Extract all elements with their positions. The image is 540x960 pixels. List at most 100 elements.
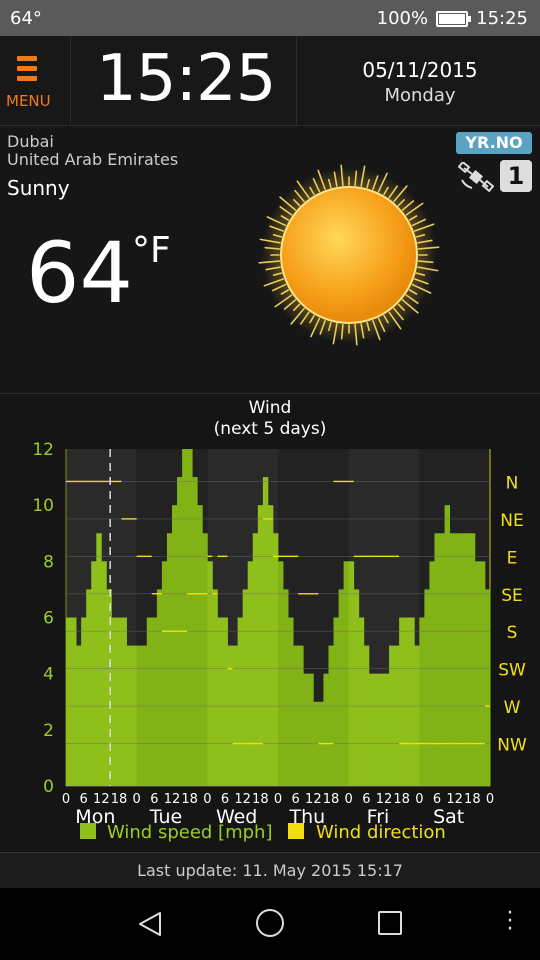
x-tick-label: 18 — [393, 792, 410, 807]
x-tick-label: 0 — [62, 792, 70, 807]
wind-speed-bar — [106, 589, 112, 786]
direction-tick-label: SE — [501, 586, 523, 606]
home-icon[interactable] — [256, 909, 284, 937]
last-update-text: Last update: 11. May 2015 15:17 — [0, 852, 540, 888]
wind-speed-bar — [272, 533, 279, 786]
wind-speed-bar — [449, 533, 456, 786]
wind-speed-bar — [328, 645, 334, 786]
wind-speed-bar — [439, 533, 445, 786]
wind-speed-bar — [414, 645, 420, 786]
wind-speed-bar — [242, 589, 249, 786]
x-tick-label: 18 — [323, 792, 340, 807]
menu-icon — [17, 56, 37, 86]
wind-speed-bar — [81, 617, 87, 786]
weekday-label[interactable]: Monday — [300, 85, 540, 106]
x-tick-label: 0 — [415, 792, 423, 807]
current-weather-panel[interactable]: Dubai United Arab Emirates Sunny 64 °F Y… — [0, 126, 540, 394]
wind-speed-bar — [358, 617, 365, 786]
direction-tick-label: SW — [498, 661, 526, 681]
source-badge[interactable]: 1 — [500, 160, 532, 192]
wind-speed-bar — [227, 645, 233, 786]
wind-speed-bar — [192, 477, 198, 786]
direction-tick-label: W — [504, 698, 521, 718]
wind-speed-bar — [469, 533, 476, 786]
wind-speed-bar — [293, 645, 299, 786]
wind-speed-bar — [303, 673, 309, 786]
wind-speed-bar — [419, 617, 425, 786]
legend-label-direction: Wind direction — [316, 822, 446, 843]
wind-speed-bar — [338, 589, 345, 786]
x-tick-label: 6 — [150, 792, 158, 807]
wind-speed-bar — [166, 533, 173, 786]
wind-speed-bar — [252, 533, 259, 786]
legend-swatch-speed — [80, 823, 96, 839]
more-options-icon[interactable]: · · · — [504, 903, 516, 941]
wind-speed-bar — [131, 645, 138, 786]
legend-swatch-direction — [288, 823, 304, 839]
wind-speed-bar — [308, 673, 314, 786]
wind-speed-bar — [222, 617, 228, 786]
direction-tick-label: S — [507, 623, 518, 643]
wind-speed-bar — [141, 645, 148, 786]
wind-speed-bar — [333, 617, 339, 786]
wind-speed-bar — [172, 505, 178, 786]
status-bar: 64° 100% 15:25 — [0, 0, 540, 36]
wind-speed-bar — [126, 645, 133, 786]
wind-speed-bar — [373, 673, 380, 786]
header: MENU 15:25 05/11/2015 Monday — [0, 36, 540, 126]
wind-speed-bar — [146, 617, 153, 786]
status-right: 100% 15:25 — [377, 8, 528, 29]
wind-speed-bar — [212, 589, 218, 786]
direction-tick-label: NE — [500, 511, 523, 531]
nav-bar: · · · — [0, 888, 540, 960]
wind-speed-bar — [217, 617, 223, 786]
wind-chart-panel[interactable]: N NE E SE S SW W NW 0 2 4 6 8 10 12 0 6 12 18 0 6 12 18 0 6 12 18 0… — [0, 394, 540, 852]
wind-speed-bar — [424, 589, 430, 786]
x-tick-label: 0 — [486, 792, 494, 807]
wind-speed-bar — [348, 561, 355, 786]
x-tick-label: 6 — [221, 792, 229, 807]
wind-speed-bar — [283, 589, 289, 786]
wind-speed-bar — [389, 645, 395, 786]
chart-subtitle: (next 5 days) — [213, 419, 327, 439]
wind-speed-bar — [66, 617, 72, 786]
wind-speed-bar — [197, 505, 203, 786]
status-time: 15:25 — [476, 8, 528, 29]
clock-time[interactable]: 15:25 — [96, 42, 276, 116]
menu-button[interactable]: MENU — [0, 36, 60, 126]
wind-speed-bar — [363, 645, 370, 786]
wind-speed-bar — [399, 617, 405, 786]
temperature-unit: °F — [132, 230, 171, 271]
direction-tick-label: E — [507, 548, 518, 568]
divider — [296, 36, 297, 126]
wind-speed-bar — [237, 617, 244, 786]
wind-speed-bar — [384, 673, 390, 786]
wind-speed-bar — [232, 645, 239, 786]
wind-speed-bar — [187, 449, 193, 786]
wind-speed-bar — [409, 617, 415, 786]
x-tick-label: 12 — [305, 792, 322, 807]
wind-speed-bar — [91, 561, 97, 786]
provider-logo[interactable]: YR.NO — [456, 132, 532, 154]
date-label[interactable]: 05/11/2015 — [300, 58, 540, 82]
x-tick-label: 0 — [345, 792, 353, 807]
x-tick-label: 18 — [111, 792, 128, 807]
wind-speed-bar — [323, 673, 329, 786]
wind-speed-bar — [121, 617, 127, 786]
country-name: United Arab Emirates — [7, 150, 179, 169]
x-tick-label: 0 — [274, 792, 282, 807]
battery-fill — [439, 13, 466, 24]
wind-chart: NNEESESSWWNW0246810120 6 12 18 0 6 12 18 0 6 12 18 0… — [32, 440, 527, 843]
recents-icon[interactable] — [378, 911, 402, 935]
wind-speed-bar — [404, 617, 410, 786]
x-tick-label: 6 — [433, 792, 441, 807]
wind-speed-bar — [368, 673, 375, 786]
back-icon[interactable] — [136, 910, 164, 938]
wind-speed-bar — [207, 561, 213, 786]
wind-speed-bar — [96, 533, 102, 786]
wind-speed-bar — [71, 617, 77, 786]
wind-speed-bar — [378, 673, 385, 786]
y-tick-label: 6 — [43, 609, 54, 629]
wind-speed-bar — [353, 589, 360, 786]
wind-speed-bar — [101, 561, 107, 786]
